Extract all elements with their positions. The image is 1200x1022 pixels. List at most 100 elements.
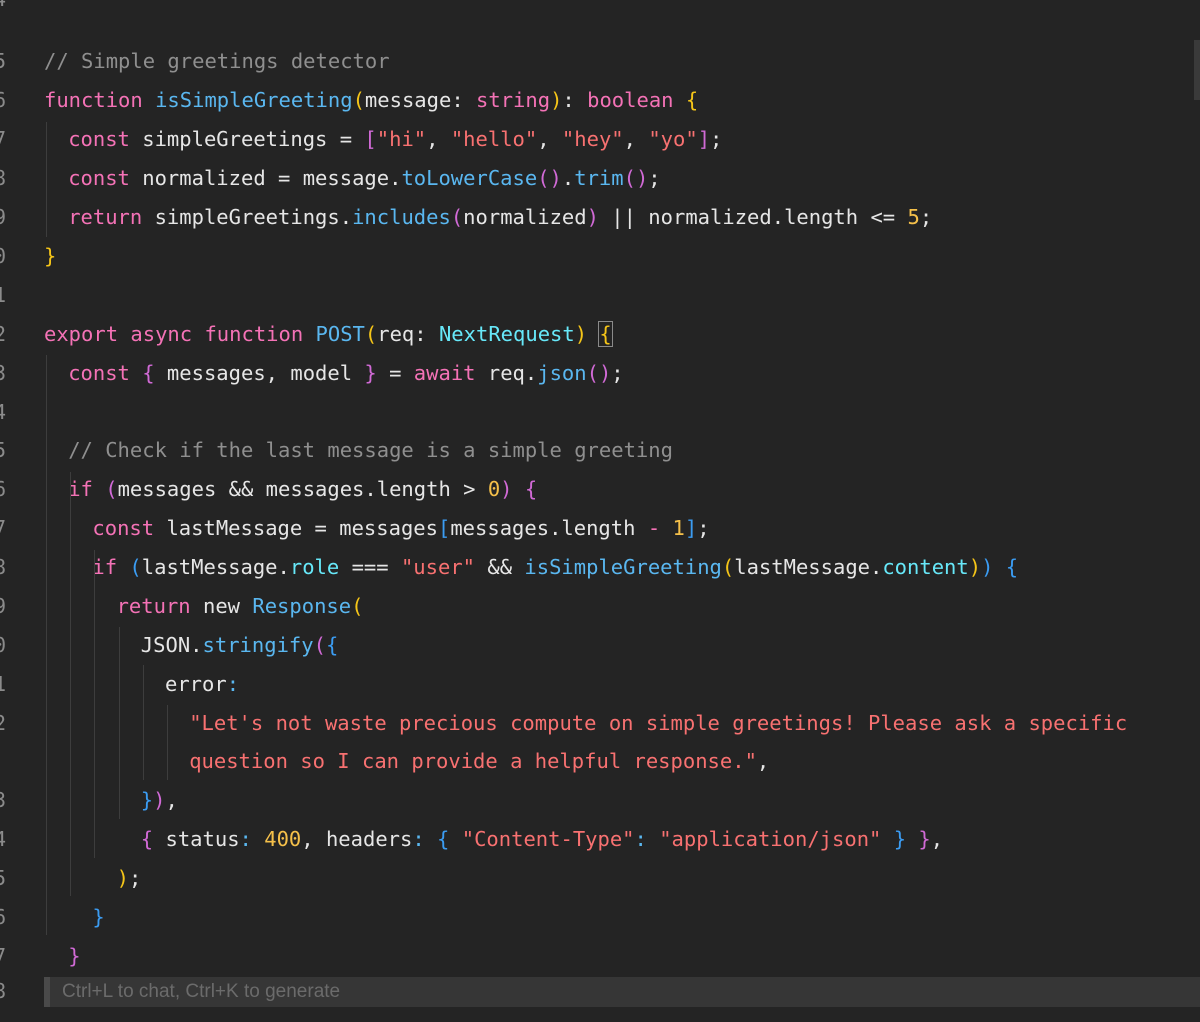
line-number: 5 [0,866,7,890]
code-token: () [537,166,562,190]
code-token: ( [105,477,118,501]
indent-guide [167,705,168,780]
code-token: "Let's not waste precious compute on sim… [189,711,1128,735]
code-token: NextRequest [438,322,575,346]
line-number: 7 [0,516,7,540]
code-token: - [647,516,673,540]
line-number: 6 [0,905,7,929]
code-line[interactable]: 4 [0,0,1200,19]
code-token: simpleGreetings = [142,127,365,151]
code-token: ) [574,322,588,346]
code-line[interactable]: 9 return simpleGreetings.includes(normali… [0,198,1200,237]
code-token: includes [352,205,451,229]
code-token: ) [981,555,994,579]
code-token: : [239,827,252,851]
code-token: ) [116,866,129,890]
code-line[interactable]: 5); [0,859,1200,898]
code-token: await [413,361,488,385]
code-token: if [68,477,106,501]
code-token: , [930,827,944,851]
code-token: normalized = message. [142,166,402,190]
code-line[interactable]: 1 error: [0,665,1200,704]
code-token: } [893,827,907,851]
code-token: [ [364,127,377,151]
code-line[interactable]: 6 function isSimpleGreeting(message: stri… [0,81,1200,120]
code-token: { [685,88,699,112]
code-line[interactable]: question so I can provide a helpful resp… [0,742,1200,781]
code-token: JSON. [140,633,203,657]
code-line[interactable]: 5 // Simple greetings detector [0,42,1200,81]
code-token: ; [128,866,142,890]
code-token: trim [574,166,624,190]
code-token: ] [697,127,711,151]
line-number: 1 [0,672,7,696]
code-line[interactable]: 3 const { messages, model } = await req.j… [0,354,1200,393]
code-token: isSimpleGreeting [524,555,722,579]
indent-guide [142,665,144,780]
line-number: 0 [0,633,7,657]
code-line[interactable]: 9 return new Response( [0,587,1200,626]
line-number: 2 [0,711,7,735]
code-line[interactable]: 0 JSON.stringify({ [0,626,1200,665]
code-token: stringify [202,633,314,657]
code-text: } [92,898,104,937]
code-token: lastMessage. [141,555,290,579]
code-token: ( [351,594,364,618]
code-token: req: [377,322,439,346]
line-number: 1 [0,283,7,307]
code-token: if [92,555,130,579]
code-token: error [165,672,227,696]
code-token: messages.length [450,516,648,540]
code-line[interactable]: 5 // Check if the last message is a simpl… [0,431,1200,470]
code-line[interactable]: 4 { status: 400, headers: { "Content-Type… [0,820,1200,859]
line-number: 3 [0,788,7,812]
scrollbar-thumb[interactable] [1194,40,1200,100]
code-token: , [426,127,451,151]
code-token: messages, model [154,361,365,385]
code-token: ( [721,555,735,579]
code-token: "hi" [376,127,427,151]
code-line[interactable]: 3}), [0,781,1200,820]
code-line[interactable]: 8 if (lastMessage.role === "user" && isSi… [0,548,1200,587]
code-token: ) [968,555,982,579]
line-number: 9 [0,594,7,618]
code-line[interactable]: 7 const simpleGreetings = ["hi", "hello",… [0,120,1200,159]
code-token: const [68,361,143,385]
code-text: "Let's not waste precious compute on sim… [189,704,1127,743]
code-token: export async function [44,322,316,346]
code-token: { [325,633,339,657]
indent-guide [118,627,120,819]
line-number: 8 [0,555,7,579]
code-line[interactable]: 0} [0,237,1200,276]
code-line[interactable]: 7 const lastMessage = messages[messages.l… [0,509,1200,548]
code-token: () [586,361,612,385]
code-token: return [68,205,155,229]
code-token: // Simple greetings detector [44,49,390,73]
line-number: 0 [0,244,7,268]
code-token: "Content-Type" [461,827,635,851]
code-token: } [364,361,377,385]
code-line[interactable]: 2 "Let's not waste precious compute on si… [0,704,1200,743]
code-line[interactable]: 8 const normalized = message.toLowerCase(… [0,159,1200,198]
code-token: ] [684,516,698,540]
code-token: && [475,555,525,579]
code-token: const [92,516,167,540]
code-text: const { messages, model } = await req.js… [68,354,623,393]
code-line[interactable]: 6} [0,898,1200,937]
code-token: message: [364,88,477,112]
code-token: messages && messages.length > [117,477,488,501]
code-line[interactable]: 7} [0,937,1200,976]
code-token: { [437,827,450,851]
code-line[interactable]: 1 [0,276,1200,315]
code-line[interactable]: 4 [0,393,1200,432]
code-text: } [68,937,80,976]
code-line[interactable]: 6 if (messages && messages.length > 0) { [0,470,1200,509]
code-editor[interactable]: 4 5 // Simple greetings detector 6 function … [0,0,1200,1022]
code-line[interactable]: 2 export async function POST(req: NextReq… [0,315,1200,354]
